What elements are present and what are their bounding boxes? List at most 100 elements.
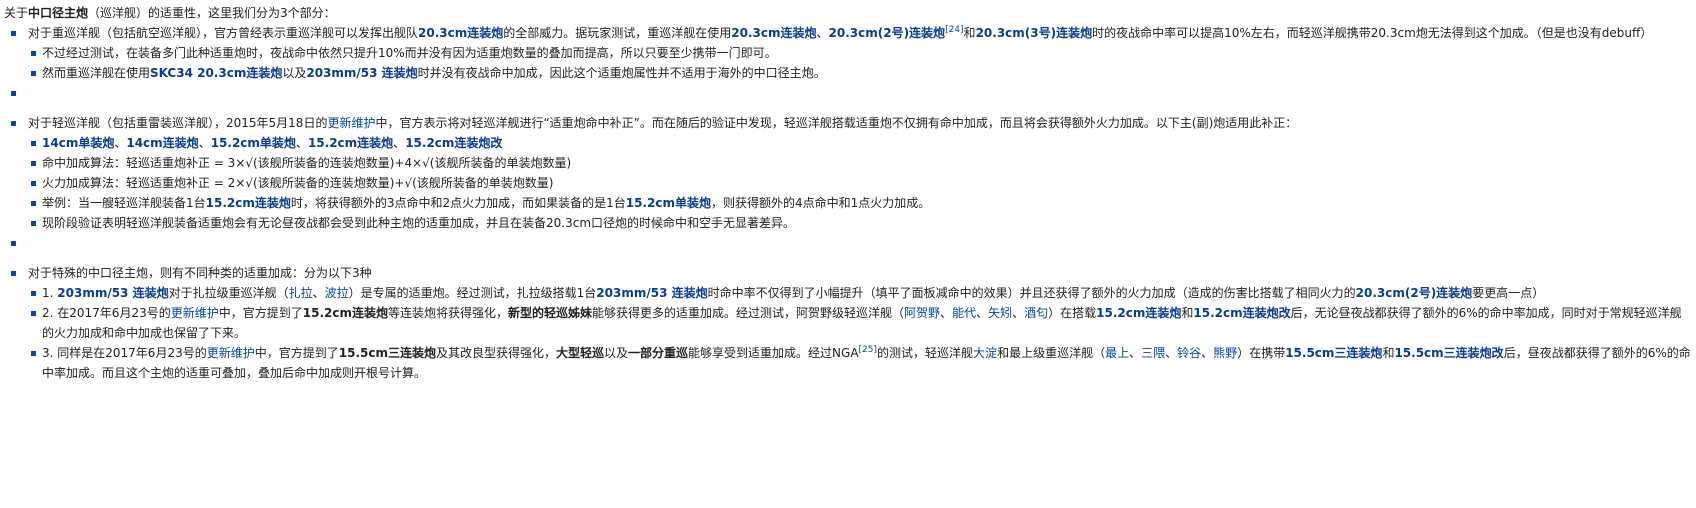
link-203mm-53[interactable]: 203mm/53 连装炮 [596, 286, 707, 300]
link-20-3cm-no2-twin[interactable]: 20.3cm(2号)连装炮 [1356, 286, 1473, 300]
sub-item: 然而重巡洋舰在使用SKC34 20.3cm连装炮以及203mm/53 连装炮时并… [28, 63, 1692, 83]
text: 和最上级重巡洋舰（ [997, 346, 1106, 360]
text: 火力加成算法：轻巡适重炮补正 = 2×√(该舰所装备的连装炮数量)+√(该舰所装… [42, 176, 554, 190]
link-14cm-twin[interactable]: 14cm连装炮 [126, 136, 198, 150]
text: 举例：当一艘轻巡洋舰装备1台 [42, 196, 206, 210]
reference-24[interactable]: [24] [945, 25, 963, 35]
link-agano[interactable]: 阿贺野 [904, 306, 940, 320]
link-203mm-53[interactable]: 203mm/53 连装炮 [57, 286, 168, 300]
link-20-3cm-no2-twin[interactable]: 20.3cm(2号)连装炮 [829, 26, 946, 40]
link-15-2cm-twin[interactable]: 15.2cm连装炮 [1096, 306, 1181, 320]
sub-list: 1. 203mm/53 连装炮对于扎拉级重巡洋舰（扎拉、波拉）是专属的适重炮。经… [28, 283, 1692, 383]
link-sakawa[interactable]: 酒匂 [1024, 306, 1048, 320]
link-15-5cm-triple-kai[interactable]: 15.5cm三连装炮改 [1394, 346, 1503, 360]
text: 3. 同样是在2017年6月23号的 [42, 346, 207, 360]
bold-term: 一部分重巡 [628, 346, 689, 360]
text: 和 [1382, 346, 1395, 360]
bold-term: 中口径主炮 [28, 6, 89, 20]
bold-term: 15.2cm连装炮 [302, 306, 388, 320]
link-15-2cm-twin-kai[interactable]: 15.2cm连装炮改 [405, 136, 502, 150]
link-15-5cm-triple[interactable]: 15.5cm三连装炮 [1285, 346, 1382, 360]
text: 1. [42, 286, 58, 300]
link-20-3cm-twin[interactable]: 20.3cm连装炮 [418, 26, 503, 40]
link-zara[interactable]: 扎拉 [289, 286, 313, 300]
text: 对于轻巡洋舰（包括重雷装巡洋舰），2015年5月18日的 [28, 116, 328, 130]
special-item-1: 1. 203mm/53 连装炮对于扎拉级重巡洋舰（扎拉、波拉）是专属的适重炮。经… [28, 283, 1692, 303]
link-20-3cm-no3-twin[interactable]: 20.3cm(3号)连装炮 [976, 26, 1093, 40]
text: 时的夜战命中率可以提高10%左右，而轻巡洋舰携带20.3cm炮无法得到这个加成。… [1092, 26, 1653, 40]
link-update-maintenance[interactable]: 更新维护 [171, 306, 219, 320]
text: 的测试，轻巡洋舰 [877, 346, 974, 360]
link-15-2cm-twin[interactable]: 15.2cm连装炮 [308, 136, 393, 150]
link-update-maintenance[interactable]: 更新维护 [207, 346, 255, 360]
text: 和 [963, 26, 976, 40]
spacer [4, 83, 1692, 113]
text: ）是专属的适重炮。经过测试，扎拉级搭载1台 [348, 286, 597, 300]
formula-hit: 命中加成算法：轻巡适重炮补正 = 3×√(该舰所装备的连装炮数量)+4×√(该舰… [28, 153, 1692, 173]
link-mikuma[interactable]: 三隈 [1141, 346, 1165, 360]
text: ，则获得额外的4点命中和1点火力加成。 [711, 196, 931, 210]
link-20-3cm-twin[interactable]: 20.3cm连装炮 [731, 26, 816, 40]
link-yahagi[interactable]: 矢矧 [988, 306, 1012, 320]
text: 、 [816, 26, 829, 40]
text: ）在携带 [1237, 346, 1286, 360]
link-mogami[interactable]: 最上 [1105, 346, 1129, 360]
special-item-3: 3. 同样是在2017年6月23号的更新维护中，官方提到了 15.5cm三连装炮 及… [28, 343, 1692, 383]
text: 对于扎拉级重巡洋舰（ [168, 286, 289, 300]
separator: 、 [295, 136, 308, 150]
text: 、 [976, 306, 989, 320]
sub-list: 14cm单装炮、14cm连装炮、15.2cm单装炮、15.2cm连装炮、15.2… [28, 133, 1692, 233]
text: 的全部威力。据玩家测试，重巡洋舰在使用 [503, 26, 732, 40]
text: 时命中率不仅得到了小幅提升（填平了面板减命中的效果）并且还获得了额外的火力加成（… [707, 286, 1356, 300]
link-noshiro[interactable]: 能代 [952, 306, 976, 320]
link-skc34[interactable]: SKC34 20.3cm连装炮 [150, 66, 282, 80]
section-special-guns: 对于特殊的中口径主炮，则有不同种类的适重加成：分为以下3种 1. 203mm/5… [4, 263, 1692, 383]
text: 关于 [4, 6, 29, 20]
text: 现阶段验证表明轻巡洋舰装备适重炮会有无论昼夜战都会受到此种主炮的适重加成，并且在… [42, 216, 796, 230]
text: 及其改良型获得强化， [435, 346, 556, 360]
text: 时，将获得额外的3点命中和2点火力加成，而如果装备的是1台 [290, 196, 626, 210]
link-kumano[interactable]: 熊野 [1213, 346, 1237, 360]
text: 中，官方提到了 [254, 346, 339, 360]
section-light-cruiser: 对于轻巡洋舰（包括重雷装巡洋舰），2015年5月18日的更新维护中，官方表示将对… [4, 113, 1692, 233]
link-oyodo[interactable]: 大淀 [973, 346, 997, 360]
spacer [4, 233, 1692, 263]
link-203mm-53[interactable]: 203mm/53 连装炮 [306, 66, 417, 80]
text: 要更高一点） [1472, 286, 1545, 300]
formula-fire: 火力加成算法：轻巡适重炮补正 = 2×√(该舰所装备的连装炮数量)+√(该舰所装… [28, 173, 1692, 193]
link-pola[interactable]: 波拉 [325, 286, 349, 300]
bold-term: 大型轻巡 [556, 346, 605, 360]
text: 以及 [282, 66, 307, 80]
text: 2. 在2017年6月23号的 [42, 306, 171, 320]
text: 等连装炮将获得强化， [387, 306, 508, 320]
text: 、 [940, 306, 953, 320]
text: 和 [1181, 306, 1194, 320]
text: 时并没有夜战命中加成，因此这个适重炮属性并不适用于海外的中口径主炮。 [417, 66, 826, 80]
text: 、 [312, 286, 325, 300]
separator: 、 [114, 136, 127, 150]
link-15-2cm-twin[interactable]: 15.2cm连装炮 [206, 196, 291, 210]
text: （巡洋舰）的适重性，这里我们分为3个部分： [88, 6, 336, 20]
link-15-2cm-single[interactable]: 15.2cm单装炮 [211, 136, 296, 150]
text: 、 [1201, 346, 1214, 360]
link-15-2cm-single[interactable]: 15.2cm单装炮 [626, 196, 711, 210]
text: 命中加成算法：轻巡适重炮补正 = 3×√(该舰所装备的连装炮数量)+4×√(该舰… [42, 156, 572, 170]
reference-25[interactable]: [25] [859, 345, 877, 355]
text: 中，官方提到了 [218, 306, 303, 320]
article-body: 关于中口径主炮（巡洋舰）的适重性，这里我们分为3个部分： 对于重巡洋舰（包括航空… [0, 0, 1692, 383]
text: 、 [1165, 346, 1178, 360]
note-item: 现阶段验证表明轻巡洋舰装备适重炮会有无论昼夜战都会受到此种主炮的适重加成，并且在… [28, 213, 1692, 233]
special-item-2: 2. 在2017年6月23号的更新维护中，官方提到了15.2cm连装炮等连装炮将… [28, 303, 1692, 343]
separator: 、 [198, 136, 211, 150]
link-14cm-single[interactable]: 14cm单装炮 [42, 136, 114, 150]
text: 对于特殊的中口径主炮，则有不同种类的适重加成：分为以下3种 [28, 266, 372, 280]
link-suzuya[interactable]: 铃谷 [1177, 346, 1201, 360]
sub-item: 不过经过测试，在装备多门此种适重炮时，夜战命中依然只提升10%而并没有因为适重炮… [28, 43, 1692, 63]
text: 、 [1129, 346, 1142, 360]
separator: 、 [393, 136, 406, 150]
sub-list: 不过经过测试，在装备多门此种适重炮时，夜战命中依然只提升10%而并没有因为适重炮… [28, 43, 1692, 83]
link-update-maintenance[interactable]: 更新维护 [327, 116, 375, 130]
intro-paragraph: 关于中口径主炮（巡洋舰）的适重性，这里我们分为3个部分： [4, 3, 1692, 23]
text: ）在搭载 [1048, 306, 1097, 320]
link-15-2cm-twin-kai[interactable]: 15.2cm连装炮改 [1193, 306, 1290, 320]
